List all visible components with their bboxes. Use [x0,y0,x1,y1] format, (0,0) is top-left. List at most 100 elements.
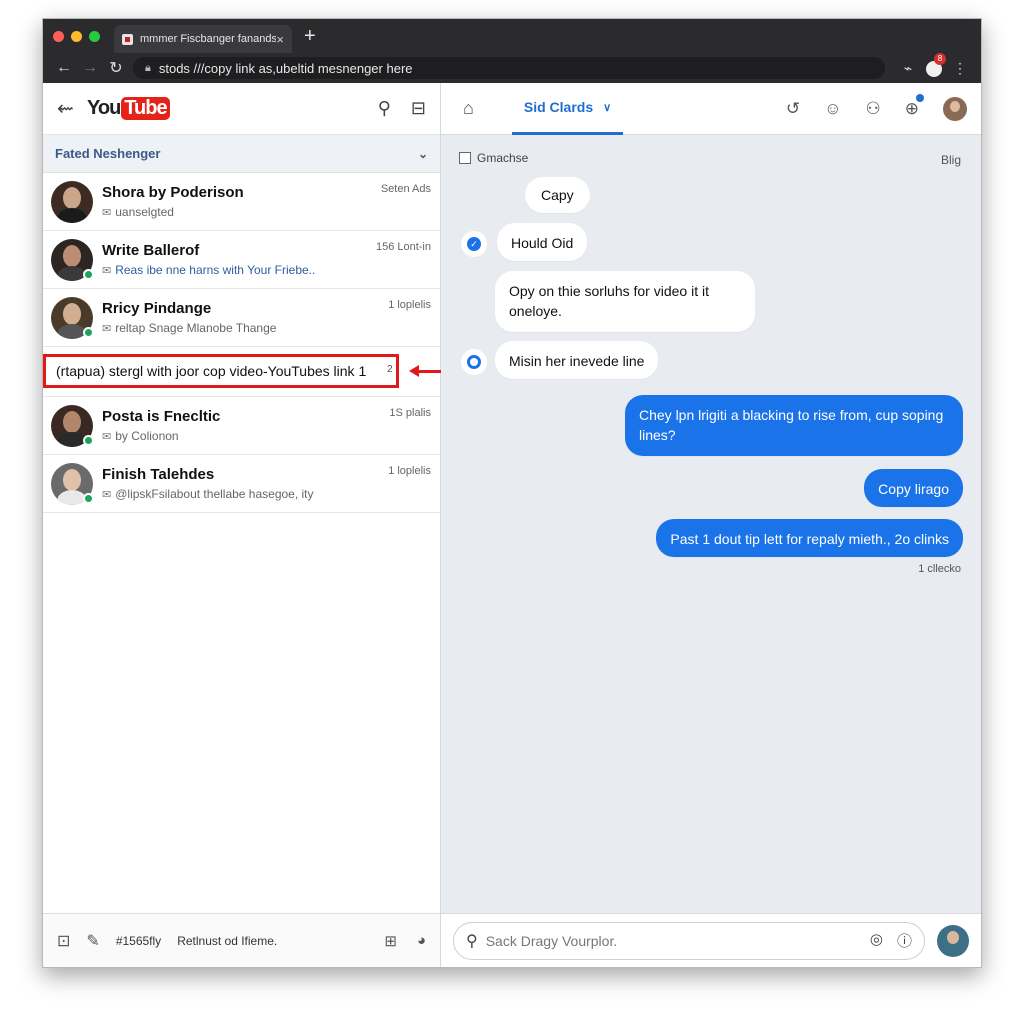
conversation-preview: ✉︎ by Colionon [102,429,432,443]
browser-tab[interactable]: mmmer Fiscbanger fanands × [114,25,292,53]
chat-footer: ⚲ Sack Dragy Vourplor. ◎ ⓘ [441,913,981,967]
conversation-preview-text: by Colionon [115,429,179,443]
maximize-window-button[interactable] [89,30,100,42]
chevron-down-icon[interactable]: ∨ [603,101,611,114]
read-check-icon: ✓ [461,231,487,257]
pencil-icon[interactable]: ✎ [86,931,99,951]
list-item[interactable]: Write Ballerof ✉︎ Reas ibe nne harns with … [43,231,440,289]
youtube-logo[interactable]: You Tube [87,97,170,120]
status-ring-icon [461,349,487,375]
search-icon[interactable]: ⚲ [378,98,391,119]
search-icon: ⚲ [466,932,478,950]
gift-icon[interactable]: ⊞ [384,932,397,950]
seen-indicator: 1 cllecko [918,563,961,575]
message-bubble-outgoing[interactable]: Past 1 dout tip lett for repaly mieth., … [656,519,963,557]
tab-sid-clards[interactable]: Sid Clards ∨ [511,83,624,135]
new-tab-button[interactable]: + [304,26,316,46]
menu-kebab-icon[interactable]: ⋮ [947,60,973,77]
message-icon: ✉︎ [102,489,112,501]
conversation-name: Finish Talehdes [102,466,215,483]
conversation-time: Seten Ads [380,183,431,195]
highlighted-row[interactable]: (rtapua) stergl with joor cop video-YouT… [43,347,465,397]
avatar [51,180,93,223]
tab-label: Sid Clards [523,99,594,115]
back-arrow-icon[interactable]: ← [51,59,77,77]
meta-label: Blig [940,153,961,167]
url-input[interactable]: 🔒︎ stods ///copy link as,ubeltid mesneng… [133,57,885,79]
conversation-name: Posta is Fnecltic [102,408,221,425]
message-bubble-outgoing[interactable]: Copy lirago [864,469,963,507]
tab-title: mmmer Fiscbanger fanands [140,33,277,45]
online-status-icon [83,327,94,338]
page-content: ⇜ You Tube ⚲ ⊟ Fated Neshenger ⌄ Shora by… [43,83,981,967]
left-header-actions: ⚲ ⊟ [378,98,426,119]
forward-arrow-icon[interactable]: → [77,59,103,77]
conversation-time: 1S plalis [389,407,431,419]
notifications-icon[interactable]: ⊕ [905,93,924,119]
favicon-icon [122,33,133,45]
chart-pie-icon[interactable]: ◕ [417,932,426,949]
select-label: Gmachse [477,151,529,165]
notification-dot [916,93,924,102]
url-text: stods ///copy link as,ubeltid mesnenger … [158,60,413,76]
message-bubble[interactable]: Misin her inevede line [495,341,659,379]
input-placeholder: Sack Dragy Vourplor. [485,932,618,949]
left-header: ⇜ You Tube ⚲ ⊟ [43,83,440,135]
message-bubble[interactable]: Opy on thie sorluhs for video it it onel… [495,271,755,332]
lock-icon: 🔒︎ [145,61,151,74]
tab-close-icon[interactable]: × [276,32,284,47]
emoji-icon[interactable]: ☺ [824,99,841,119]
footer-count: #1565fly [115,933,162,948]
address-bar: ← → ↻ 🔒︎ stods ///copy link as,ubeltid m… [43,52,981,83]
list-item[interactable]: Finish Talehdes ✉︎ @lipskFsilabout thellab… [43,455,440,513]
refresh-icon[interactable]: ↺ [786,99,800,119]
attach-icon[interactable]: ⓘ [897,930,912,951]
reload-icon[interactable]: ↻ [103,58,129,78]
message-area: Gmachse Blig Capy ✓ Hould Oid Opy on thi… [441,135,981,913]
browser-window: mmmer Fiscbanger fanands × + ← → ↻ 🔒︎ st… [42,18,982,968]
online-status-icon [83,493,94,504]
highlight-box[interactable]: (rtapua) stergl with joor cop video-YouT… [43,354,399,388]
camera-icon[interactable]: ◎ [870,930,883,951]
home-icon[interactable]: ⌂ [463,98,474,119]
conversation-time: 1 loplelis [388,465,431,477]
conversation-list: Shora by Poderison ✉︎ uanselgted Seten Ads W… [43,173,465,513]
person-icon[interactable]: ⚇ [866,99,881,119]
chat-panel: ⌂ Sid Clards ∨ ↺ ☺ ⚇ ⊕ Gmachse Blig Capy… [441,83,981,967]
conversation-preview: ✉︎ uanselgted [102,205,432,219]
checkbox-icon[interactable] [459,152,471,164]
list-item[interactable]: Shora by Poderison ✉︎ uanselgted Seten Ads [43,173,440,231]
conversation-preview-text: @lipskFsilabout thellabe hasegoe, ity [115,487,314,501]
highlight-text: (rtapua) stergl with joor cop video-YouT… [56,363,367,379]
online-status-icon [83,269,94,280]
section-title: Fated Neshenger [55,146,161,161]
select-toggle[interactable]: Gmachse [459,151,528,165]
notification-badge: 8 [934,52,946,65]
list-item[interactable]: Rricy Pindange ✉︎ reltap Snage Mlanobe Tha… [43,289,440,347]
window-controls [53,30,100,42]
message-icon: ✉︎ [102,431,112,443]
chat-header: ⌂ Sid Clards ∨ ↺ ☺ ⚇ ⊕ [441,83,981,135]
conversation-preview-text: uanselgted [115,205,174,219]
compose-icon[interactable]: ⊟ [411,98,426,119]
message-input[interactable]: ⚲ Sack Dragy Vourplor. ◎ ⓘ [453,921,925,960]
message-bubble[interactable]: Hould Oid [497,223,588,261]
avatar[interactable] [943,96,967,121]
list-item[interactable]: Posta is Fnecltic ✉︎ by Colionon 1S plalis [43,397,440,455]
message-icon: ✉︎ [102,265,112,277]
section-header[interactable]: Fated Neshenger ⌄ [43,135,440,173]
chevron-down-icon[interactable]: ⌄ [418,147,428,161]
minimize-window-button[interactable] [71,30,82,42]
extension-icon[interactable]: ⌁ [895,60,921,77]
tab-bar: mmmer Fiscbanger fanands × + [43,19,981,53]
close-window-button[interactable] [53,30,64,42]
avatar[interactable] [937,924,969,957]
message-bubble-outgoing[interactable]: Chey lpn lrigiti a blacking to rise from… [625,395,963,456]
online-status-icon [83,435,94,446]
profile-button[interactable]: 8 [921,52,947,78]
media-icon[interactable]: ⊡ [57,931,70,951]
conversation-time: 156 Lont-in [375,241,431,253]
menu-back-icon[interactable]: ⇜ [57,96,87,121]
footer-actions: ⊞ ◕ [384,932,426,950]
message-bubble[interactable]: Capy [525,177,590,213]
